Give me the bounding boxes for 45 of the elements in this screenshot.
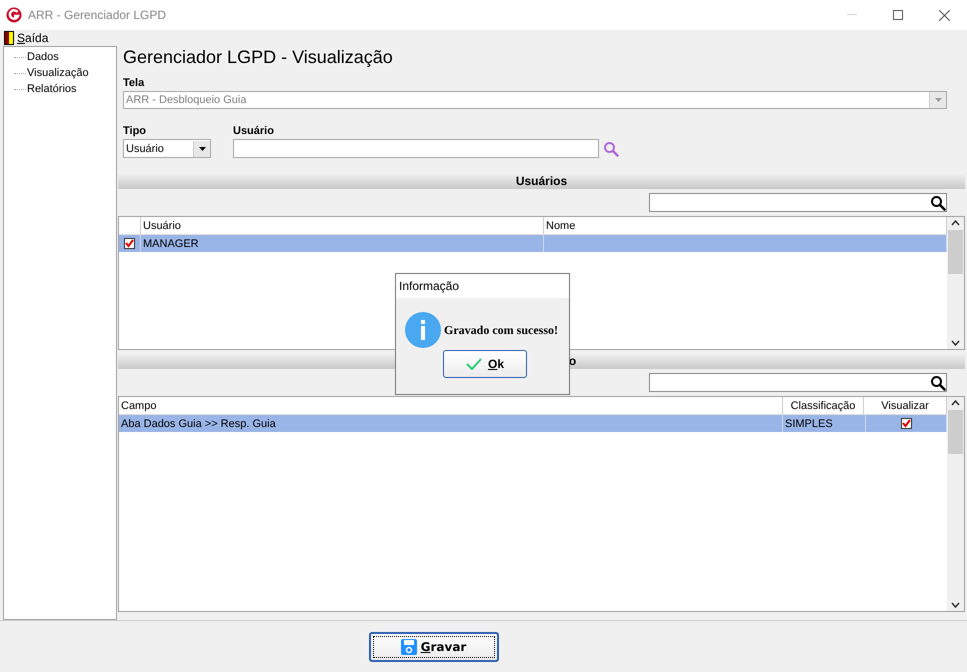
table-cell: SIMPLES [785,418,833,430]
checkmark-icon [466,358,482,370]
search-field[interactable] [649,193,947,212]
menu-item[interactable]: Saída [17,31,48,45]
table-cell: MANAGER [143,238,199,250]
column-header[interactable]: Usuário [141,217,544,234]
scrollbar[interactable] [947,397,964,611]
checkbox[interactable] [124,238,135,249]
close-icon[interactable] [938,10,950,20]
user-input-field[interactable] [233,139,599,158]
ok-button[interactable]: Ok [443,350,527,378]
exit-door-icon [4,31,14,45]
page-title: Gerenciador LGPD - Visualização [123,47,394,69]
table-row[interactable]: Aba Dados Guia >> Resp. Guia SIMPLES [119,415,947,432]
search-field[interactable] [649,373,947,392]
search-icon[interactable] [930,374,946,390]
section-title: Usuários [516,174,568,188]
column-header[interactable]: Campo [119,397,783,414]
table-row[interactable]: MANAGER [119,235,947,252]
scroll-up-icon[interactable] [951,400,960,406]
scroll-up-icon[interactable] [951,220,960,226]
scrollbar[interactable] [947,217,964,349]
field-label: Tela [123,77,146,89]
tree-item[interactable]: Relatórios [27,83,77,95]
scroll-thumb[interactable] [948,230,963,274]
dialog-message: Gravado com sucesso! [444,322,558,338]
window-title: ARR - Gerenciador LGPD [28,8,166,22]
tree-item[interactable]: Visualização [27,67,89,79]
scroll-thumb[interactable] [948,410,963,454]
table-cell: Aba Dados Guia >> Resp. Guia [121,418,276,430]
search-icon[interactable] [930,194,946,210]
field-label: Usuário [233,125,275,137]
dialog-title: Informação [396,274,569,298]
field-label: Tipo [123,125,148,137]
scroll-down-icon[interactable] [951,340,960,346]
dropdown-arrow-icon[interactable] [198,146,206,150]
maximize-icon[interactable] [893,10,903,20]
column-header[interactable]: Classificação [783,397,864,414]
type-dropdown[interactable]: Usuário [123,139,211,158]
info-icon [405,312,441,348]
tree-item[interactable]: Dados [27,51,59,63]
checkbox[interactable] [900,418,912,429]
scroll-down-icon[interactable] [951,602,960,608]
app-logo-icon [6,7,22,23]
save-button[interactable]: Gravar [368,632,498,662]
